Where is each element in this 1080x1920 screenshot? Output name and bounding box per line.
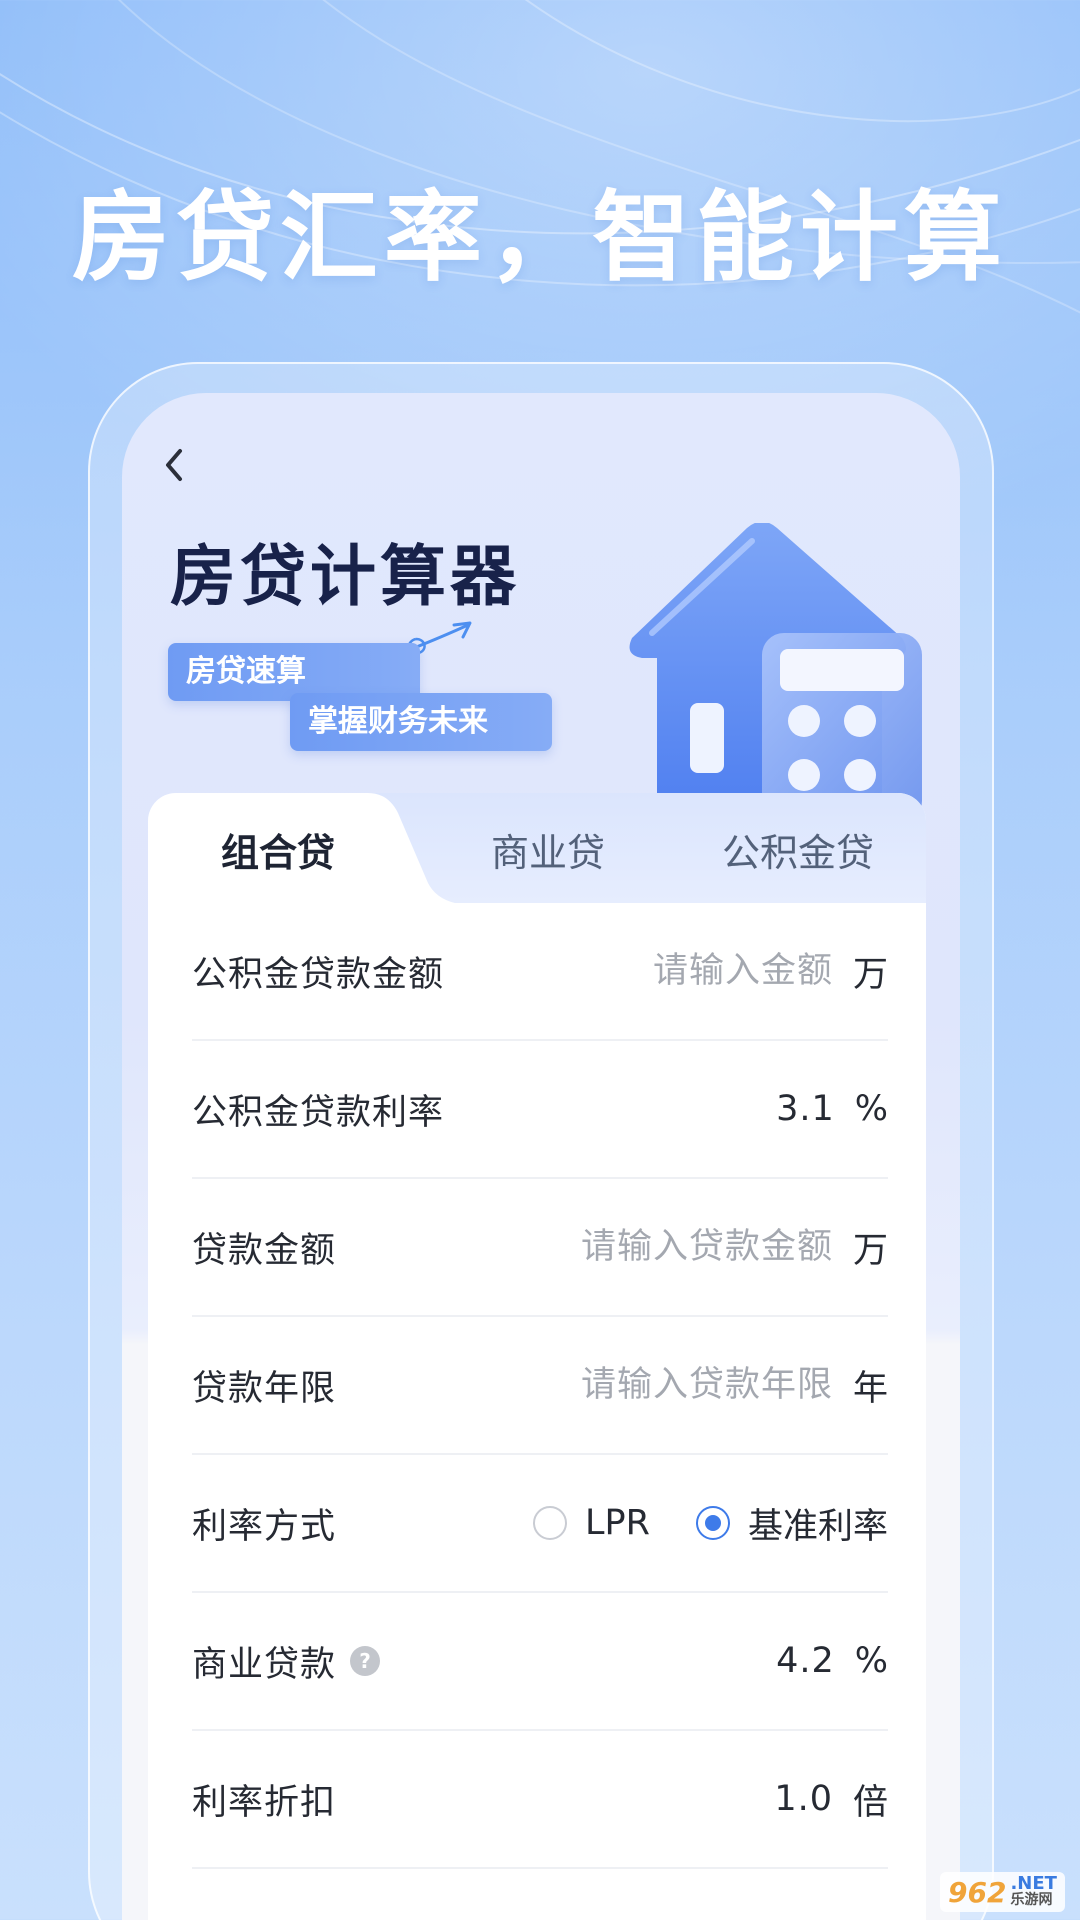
chevron-left-icon bbox=[166, 449, 182, 481]
loan-amount-label: 贷款金额 bbox=[192, 1230, 337, 1271]
rate-discount-input[interactable] bbox=[712, 1779, 833, 1819]
radio-lpr[interactable]: LPR bbox=[533, 1503, 650, 1543]
fund-amount-unit: 万 bbox=[852, 954, 888, 995]
rate-discount-label: 利率折扣 bbox=[192, 1782, 337, 1823]
rate-mode-label: 利率方式 bbox=[192, 1506, 337, 1547]
radio-benchmark-rate[interactable]: 基准利率 bbox=[695, 1498, 888, 1549]
loan-years-label: 贷款年限 bbox=[192, 1368, 337, 1409]
fund-amount-input[interactable] bbox=[602, 951, 833, 991]
radio-benchmark-label: 基准利率 bbox=[747, 1506, 888, 1547]
tag-finance-future: 掌握财务未来 bbox=[290, 693, 552, 751]
row-loan-years: 贷款年限 年 bbox=[192, 1317, 888, 1455]
watermark-logo: 962 bbox=[948, 1875, 1007, 1909]
rate-discount-unit: 倍 bbox=[852, 1782, 888, 1823]
house-calculator-illustration bbox=[629, 523, 922, 823]
radio-unchecked-icon bbox=[533, 1506, 568, 1540]
fund-rate-input[interactable] bbox=[714, 1089, 835, 1129]
commercial-rate-unit: % bbox=[854, 1641, 888, 1681]
row-fund-amount: 公积金贷款金额 万 bbox=[192, 903, 888, 1041]
radio-lpr-label: LPR bbox=[585, 1503, 650, 1543]
fund-rate-unit: % bbox=[854, 1089, 888, 1129]
fund-rate-label: 公积金贷款利率 bbox=[192, 1092, 445, 1133]
tab-combined-loan[interactable]: 组合贷 bbox=[148, 793, 408, 903]
tab-housing-fund-loan[interactable]: 公积金贷 bbox=[673, 793, 923, 903]
page-title: 房贷计算器 bbox=[170, 538, 520, 615]
loan-amount-unit: 万 bbox=[852, 1230, 888, 1271]
site-watermark: 962 .NET 乐游网 bbox=[940, 1872, 1065, 1912]
calculator-card: 组合贷 商业贷 公积金贷 公积金贷款金额 万 公积金贷款利率 % 贷款金额 bbox=[148, 793, 926, 1920]
question-icon[interactable]: ? bbox=[350, 1646, 381, 1676]
row-rate-mode: 利率方式 LPR 基准利率 bbox=[192, 1455, 888, 1593]
hero-title: 房贷汇率，智能计算 bbox=[71, 181, 1008, 295]
row-fund-rate: 公积金贷款利率 % bbox=[192, 1041, 888, 1179]
row-rate-discount: 利率折扣 倍 bbox=[192, 1731, 888, 1869]
loan-years-input[interactable] bbox=[532, 1365, 833, 1405]
radio-checked-icon bbox=[695, 1506, 730, 1540]
row-loan-amount: 贷款金额 万 bbox=[192, 1179, 888, 1317]
watermark-suffix: .NET bbox=[1010, 1873, 1057, 1894]
commercial-rate-input[interactable] bbox=[714, 1641, 835, 1681]
phone-screen: 房贷计算器 房贷速算 掌握财务未来 组合贷 商业贷 公积金贷 公积金贷款金额 请… bbox=[122, 393, 960, 1920]
tab-commercial-loan[interactable]: 商业贷 bbox=[428, 793, 668, 903]
back-button[interactable] bbox=[152, 443, 196, 487]
tab-bar: 组合贷 商业贷 公积金贷 bbox=[148, 793, 926, 905]
fund-amount-label: 公积金贷款金额 bbox=[192, 954, 445, 995]
row-commercial-rate: 商业贷款 ? % bbox=[192, 1593, 888, 1731]
watermark-sub: 乐游网 bbox=[1010, 1892, 1053, 1908]
loan-form: 公积金贷款金额 万 公积金贷款利率 % 贷款金额 万 bbox=[192, 903, 888, 1869]
commercial-rate-label: 商业贷款 bbox=[192, 1644, 337, 1685]
loan-amount-input[interactable] bbox=[532, 1227, 833, 1267]
loan-years-unit: 年 bbox=[852, 1368, 888, 1409]
